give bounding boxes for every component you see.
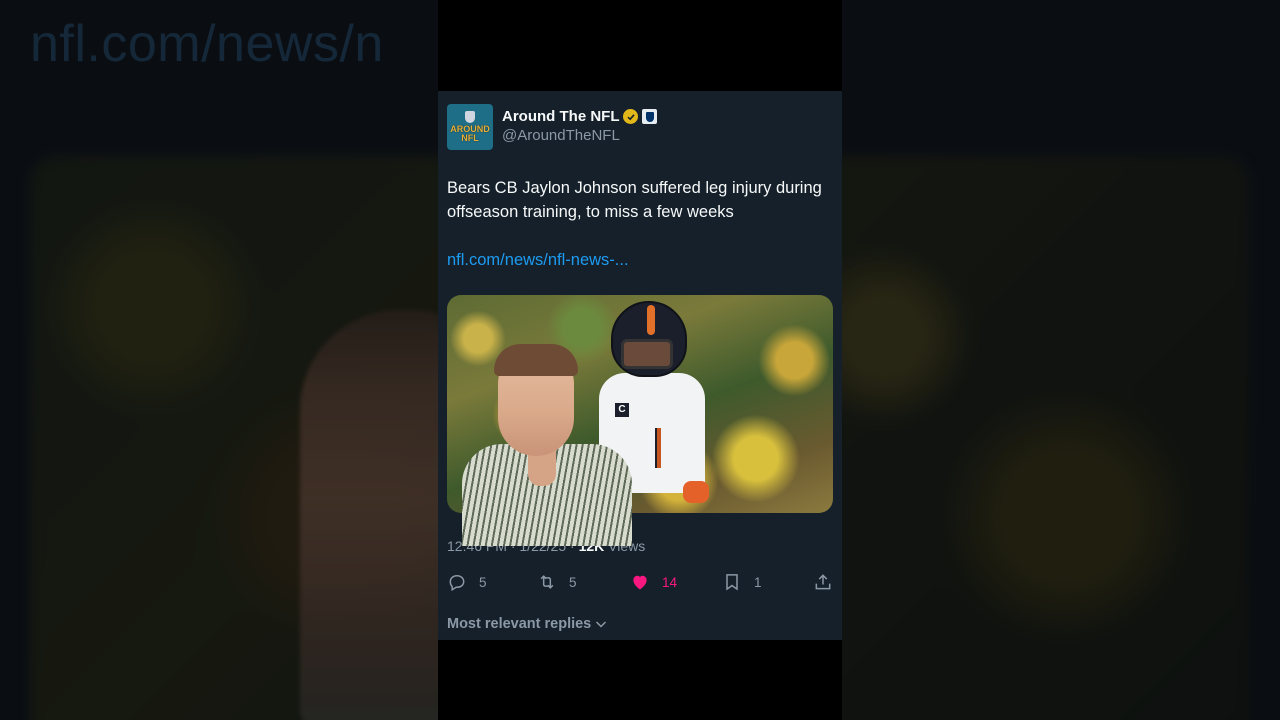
like-button[interactable]: 14 (630, 571, 677, 593)
author-names: Around The NFL @AroundTheNFL (502, 108, 658, 144)
handle[interactable]: @AroundTheNFL (502, 127, 657, 144)
tweet-link[interactable]: nfl.com/news/nfl-news-... (447, 248, 629, 272)
share-icon (815, 574, 831, 590)
repost-button[interactable]: 5 (537, 571, 577, 593)
nfl-shield-icon (465, 111, 475, 123)
replies-sort-label: Most relevant replies (447, 616, 592, 632)
avatar-logo-text: AROUND NFL (450, 124, 490, 143)
nfl-affiliation-icon[interactable] (642, 109, 658, 124)
avatar[interactable]: AROUND NFL (447, 104, 493, 150)
reply-count: 5 (479, 574, 487, 590)
display-name[interactable]: Around The NFL (502, 108, 619, 125)
bookmark-button[interactable]: 1 (722, 571, 762, 593)
chevron-down-icon (596, 621, 607, 628)
tweet-text: Bears CB Jaylon Johnson suffered leg inj… (447, 179, 822, 221)
bookmark-icon (726, 574, 738, 591)
presenter-overlay (462, 334, 642, 546)
like-heart-icon (633, 575, 647, 590)
reply-button[interactable]: 5 (447, 571, 487, 593)
tweet-header: AROUND NFL Around The NFL @AroundTheNFL (447, 104, 658, 150)
like-count: 14 (662, 574, 678, 590)
reply-icon (449, 575, 465, 592)
repost-icon (540, 575, 554, 589)
action-bar: 5 5 14 1 (447, 571, 833, 593)
replies-sort-dropdown[interactable]: Most relevant replies (447, 616, 608, 632)
verified-badge-icon[interactable] (623, 109, 639, 124)
repost-count: 5 (569, 574, 577, 590)
share-button[interactable] (813, 571, 833, 593)
bookmark-count: 1 (754, 574, 762, 590)
